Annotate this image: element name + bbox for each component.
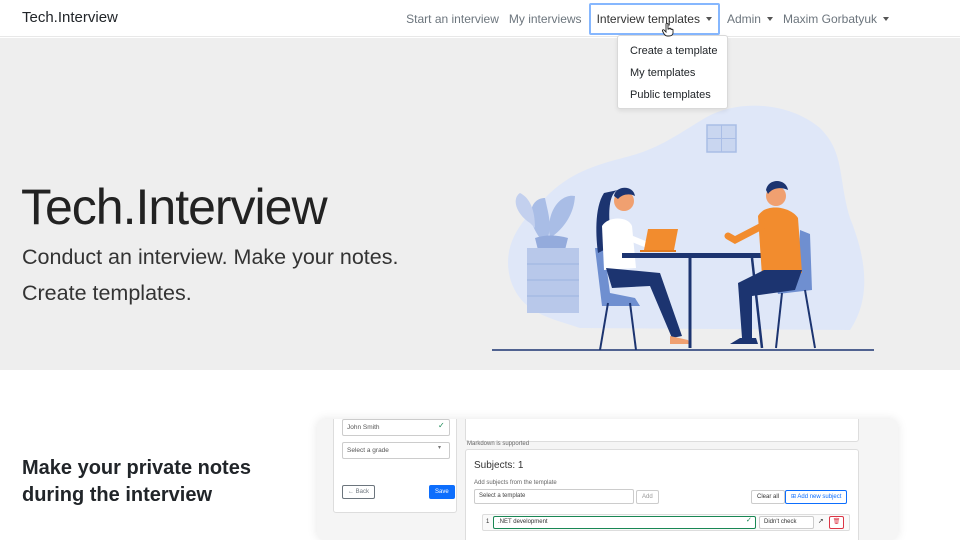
markdown-note: Markdown is supported [467, 441, 530, 447]
menu-item-public-templates[interactable]: Public templates [618, 84, 727, 106]
check-icon: ✓ [438, 421, 445, 430]
button-label: Add new subject [797, 494, 842, 500]
nav-label: Admin [726, 11, 761, 26]
nav-menu: Start an interview My interviews Intervi… [401, 0, 894, 37]
hero-section: Tech.Interview Conduct an interview. Mak… [0, 38, 960, 370]
subject-name-field: .NET development [493, 516, 756, 529]
nav-my-interviews[interactable]: My interviews [504, 0, 587, 37]
subject-row-number: 1 [486, 519, 490, 525]
template-select: Select a template [474, 489, 634, 504]
clear-all-button: Clear all [751, 490, 786, 504]
chevron-down-icon [705, 16, 712, 21]
back-button: ← Back [342, 485, 376, 499]
nav-label: Interview templates [596, 11, 700, 26]
chevron-down-icon [766, 16, 773, 21]
hand-pointer-icon [662, 23, 674, 37]
save-button: Save [429, 485, 455, 499]
app-preview-screenshot: John Smith ✓ Select a grade ▾ ← Back Sav… [317, 419, 898, 540]
nav-admin[interactable]: Admin [722, 0, 778, 37]
preview-form-card: John Smith ✓ Select a grade ▾ ← Back Sav… [333, 419, 457, 513]
subject-status-select: Didn't check [759, 516, 814, 529]
menu-item-my-templates[interactable]: My templates [618, 62, 727, 84]
chevron-down-icon [883, 16, 889, 21]
check-icon: ✓ [746, 517, 752, 524]
menu-item-create-template[interactable]: Create a template [618, 40, 727, 62]
section-title-line: during the interview [22, 484, 213, 506]
add-new-subject-button: ⊞ Add new subject [785, 490, 848, 504]
nav-start-interview[interactable]: Start an interview [401, 0, 504, 37]
nav-label: Maxim Gorbatyuk [782, 11, 877, 26]
nav-interview-templates[interactable]: Interview templates [588, 2, 720, 35]
add-button: Add [636, 490, 659, 504]
section-title: Make your private notes during the inter… [22, 455, 251, 509]
nav-label: Start an interview [406, 11, 499, 26]
hero-subtitle-line: Conduct an interview. Make your notes. [22, 245, 399, 269]
section-title-line: Make your private notes [22, 457, 251, 479]
candidate-name-field: John Smith [342, 419, 450, 436]
grade-select: Select a grade [342, 442, 450, 459]
interview-illustration [492, 105, 874, 351]
brand-logo[interactable]: Tech.Interview [22, 9, 118, 26]
hero-subtitle: Conduct an interview. Make your notes. C… [22, 239, 398, 311]
add-subjects-note: Add subjects from the template [474, 480, 557, 486]
hero-title: Tech.Interview [21, 179, 328, 235]
navbar: Tech.Interview Start an interview My int… [0, 0, 960, 37]
chevron-down-icon: ▾ [438, 445, 442, 451]
interview-templates-dropdown: Create a template My templates Public te… [617, 35, 728, 109]
hero-subtitle-line: Create templates. [22, 281, 192, 305]
preview-subjects-panel: Markdown is supported Subjects: 1 Add su… [462, 419, 859, 540]
pointer-icon: ➚ [818, 518, 824, 525]
nav-user-profile[interactable]: Maxim Gorbatyuk [778, 0, 894, 37]
trash-icon: 🗑 [829, 516, 844, 529]
notes-textarea [465, 419, 859, 442]
subjects-heading: Subjects: 1 [474, 460, 524, 471]
nav-label: My interviews [508, 11, 582, 26]
